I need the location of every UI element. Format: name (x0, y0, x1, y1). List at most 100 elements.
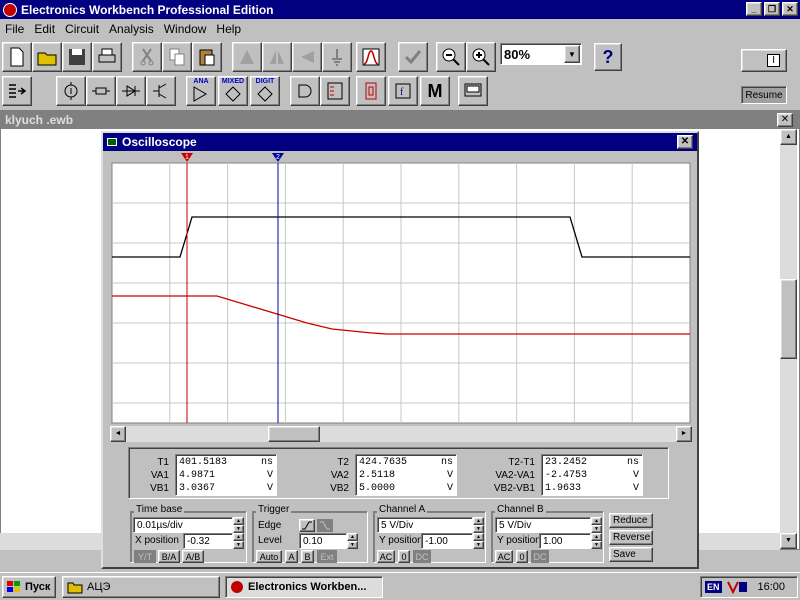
logic-gates-button[interactable] (290, 76, 320, 106)
spin-down-icon[interactable]: ▼ (473, 525, 484, 533)
timebase-spinner[interactable]: ▲ ▼ (233, 517, 244, 533)
reduce-button[interactable]: Reduce (609, 513, 653, 528)
menu-help[interactable]: Help (211, 22, 246, 36)
spin-down-icon[interactable]: ▼ (233, 541, 244, 549)
menu-circuit[interactable]: Circuit (60, 22, 104, 36)
cut-button[interactable] (132, 42, 162, 72)
controls-button[interactable]: f (388, 76, 418, 106)
scope-horizontal-scrollbar[interactable]: ◄ ► (110, 426, 692, 442)
restore-button[interactable]: ❐ (764, 2, 780, 16)
instruments-button[interactable] (458, 76, 488, 106)
level-field[interactable]: 0.10 (299, 533, 347, 549)
power-switch[interactable]: I (741, 49, 787, 72)
paste-button[interactable] (192, 42, 222, 72)
level-spinner[interactable]: ▲ ▼ (347, 533, 358, 549)
spin-up-icon[interactable]: ▲ (347, 533, 358, 541)
scroll-right-icon[interactable]: ► (676, 426, 692, 442)
channel-b-ypos-field[interactable]: 1.00 (539, 533, 591, 549)
spin-up-icon[interactable]: ▲ (591, 533, 602, 541)
trigger-b-button[interactable]: B (301, 550, 314, 563)
spin-down-icon[interactable]: ▼ (233, 525, 244, 533)
mode-yt-button[interactable]: Y/T (134, 550, 156, 563)
channel-a-dc-button[interactable]: DC (413, 550, 431, 563)
mixed-ics-button[interactable]: MIXED (218, 76, 248, 106)
channel-a-scale-field[interactable]: 5 V/Div (377, 517, 473, 533)
chevron-down-icon[interactable]: ▼ (564, 45, 580, 63)
print-button[interactable] (92, 42, 122, 72)
channel-a-scale-spinner[interactable]: ▲ ▼ (473, 517, 484, 533)
reverse-button[interactable]: Reverse (609, 530, 653, 545)
menu-edit[interactable]: Edit (29, 22, 60, 36)
activate-button[interactable] (398, 42, 428, 72)
trigger-ext-button[interactable]: Ext (317, 550, 337, 563)
channel-a-zero-button[interactable]: 0 (398, 550, 410, 563)
xposition-spinner[interactable]: ▲ ▼ (233, 533, 244, 549)
copy-button[interactable] (162, 42, 192, 72)
edge-falling-button[interactable] (317, 519, 333, 532)
mode-ab-button[interactable]: A/B (182, 550, 204, 563)
help-button[interactable]: ? (594, 43, 622, 71)
component-properties-button[interactable] (322, 42, 352, 72)
start-button[interactable]: Пуск (2, 576, 56, 598)
channel-b-scale-spinner[interactable]: ▲ ▼ (591, 517, 602, 533)
zoom-select[interactable]: 80% ▼ (500, 43, 582, 65)
spin-down-icon[interactable]: ▼ (347, 541, 358, 549)
rotate-button[interactable] (232, 42, 262, 72)
close-button[interactable]: ✕ (782, 2, 798, 16)
channel-a-ypos-field[interactable]: -1.00 (421, 533, 473, 549)
taskbar-item-ewb[interactable]: Electronics Workben... (225, 576, 383, 598)
bode-plotter-button[interactable] (356, 42, 386, 72)
miscellaneous-button[interactable]: M (420, 76, 450, 106)
mode-ba-button[interactable]: B/A (158, 550, 180, 563)
menu-analysis[interactable]: Analysis (104, 22, 159, 36)
scroll-thumb[interactable] (780, 279, 797, 359)
language-indicator[interactable]: EN (705, 581, 722, 593)
spin-down-icon[interactable]: ▼ (591, 541, 602, 549)
save-data-button[interactable]: Save (609, 547, 653, 562)
spin-down-icon[interactable]: ▼ (591, 525, 602, 533)
timebase-value-field[interactable]: 0.01µs/div (133, 517, 233, 533)
zoom-in-button[interactable] (466, 42, 496, 72)
diodes-button[interactable] (116, 76, 146, 106)
channel-b-ypos-spinner[interactable]: ▲ ▼ (591, 533, 602, 549)
parts-bin-button[interactable] (2, 76, 32, 106)
vertical-scrollbar[interactable]: ▲ ▼ (780, 129, 797, 549)
edge-rising-button[interactable] (299, 519, 315, 532)
menu-file[interactable]: File (0, 22, 29, 36)
spin-down-icon[interactable]: ▼ (473, 541, 484, 549)
open-button[interactable] (32, 42, 62, 72)
zoom-out-button[interactable] (436, 42, 466, 72)
flip-horizontal-button[interactable] (262, 42, 292, 72)
spin-up-icon[interactable]: ▲ (473, 533, 484, 541)
channel-a-ypos-spinner[interactable]: ▲ ▼ (473, 533, 484, 549)
spin-up-icon[interactable]: ▲ (591, 517, 602, 525)
xposition-field[interactable]: -0.32 (183, 533, 233, 549)
spin-up-icon[interactable]: ▲ (233, 533, 244, 541)
scroll-left-icon[interactable]: ◄ (110, 426, 126, 442)
spin-up-icon[interactable]: ▲ (473, 517, 484, 525)
digital-ics-button[interactable]: DIGIT (250, 76, 280, 106)
channel-b-ac-button[interactable]: AC (495, 550, 513, 563)
scope-scroll-thumb[interactable] (268, 426, 320, 442)
transistors-button[interactable] (146, 76, 176, 106)
resume-button[interactable]: Resume (741, 86, 787, 104)
flip-vertical-button[interactable] (292, 42, 322, 72)
basic-button[interactable] (86, 76, 116, 106)
digital-button[interactable] (320, 76, 350, 106)
channel-b-zero-button[interactable]: 0 (516, 550, 528, 563)
minimize-button[interactable]: _ (746, 2, 762, 16)
taskbar-item-folder[interactable]: АЦЭ (62, 576, 220, 598)
oscilloscope-close-button[interactable]: ✕ (677, 135, 693, 149)
document-close-button[interactable]: ✕ (777, 113, 793, 127)
channel-b-dc-button[interactable]: DC (531, 550, 549, 563)
scroll-up-icon[interactable]: ▲ (780, 129, 797, 145)
antivirus-icon[interactable] (726, 580, 748, 594)
channel-a-ac-button[interactable]: AC (377, 550, 395, 563)
menu-window[interactable]: Window (159, 22, 212, 36)
save-button[interactable] (62, 42, 92, 72)
channel-b-scale-field[interactable]: 5 V/Div (495, 517, 591, 533)
sources-button[interactable] (56, 76, 86, 106)
trigger-auto-button[interactable]: Auto (256, 550, 282, 563)
trigger-a-button[interactable]: A (285, 550, 298, 563)
analog-ics-button[interactable]: ANA (186, 76, 216, 106)
